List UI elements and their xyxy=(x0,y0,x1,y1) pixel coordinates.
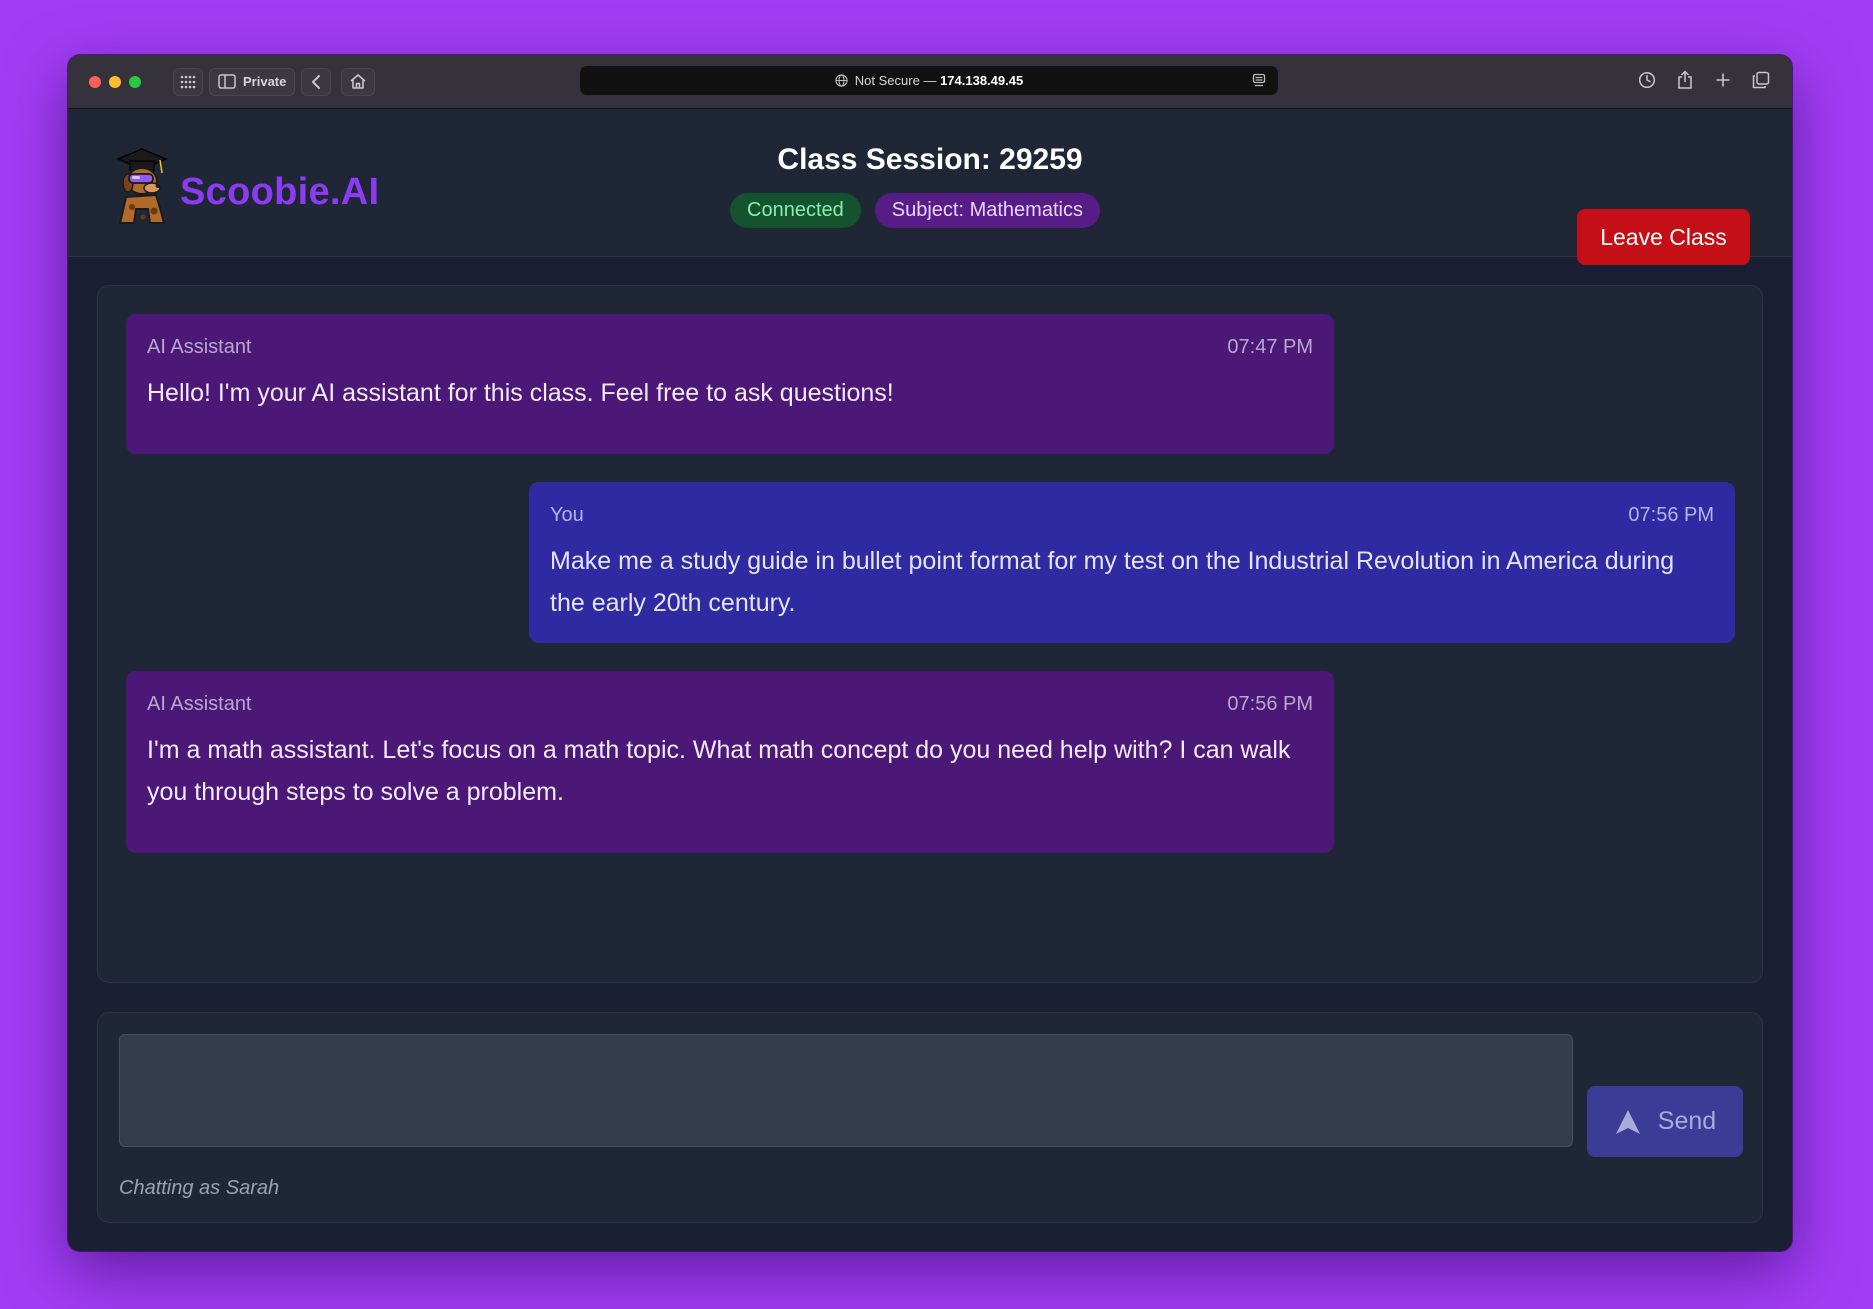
plus-icon xyxy=(1716,73,1730,87)
private-label: Private xyxy=(243,74,287,89)
share-icon xyxy=(1678,70,1692,89)
message-text: Make me a study guide in bullet point fo… xyxy=(550,547,1675,617)
new-tab-button[interactable] xyxy=(1710,67,1736,93)
message-text: I'm a math assistant. Let's focus on a m… xyxy=(147,736,1291,806)
window-controls xyxy=(89,75,141,88)
home-icon xyxy=(350,74,366,89)
back-button[interactable] xyxy=(301,67,332,96)
security-label: Not Secure xyxy=(854,73,920,88)
message-sender: AI Assistant xyxy=(147,693,252,715)
zoom-window-button[interactable] xyxy=(129,75,141,88)
tabs-icon xyxy=(1752,71,1770,89)
message-time: 07:47 PM xyxy=(1227,336,1313,358)
message-sender: You xyxy=(550,504,584,526)
message-bubble: AI Assistant 07:56 PM I'm a math assista… xyxy=(126,671,1334,853)
browser-actions xyxy=(1634,67,1774,93)
reader-icon[interactable] xyxy=(1252,73,1266,88)
message-input[interactable] xyxy=(119,1034,1573,1147)
message-meta: You 07:56 PM xyxy=(550,504,1714,527)
home-button[interactable] xyxy=(341,67,376,96)
clock-icon xyxy=(1638,71,1656,89)
message-meta: AI Assistant 07:47 PM xyxy=(147,336,1313,359)
message-sender: AI Assistant xyxy=(147,336,252,358)
browser-window: Private Not Secure — 174.138.49.45 Scoob… xyxy=(68,55,1792,1251)
chat-messages-panel[interactable]: AI Assistant 07:47 PM Hello! I'm your AI… xyxy=(97,285,1763,983)
message-bubble: You 07:56 PM Make me a study guide in bu… xyxy=(529,482,1735,643)
history-button[interactable] xyxy=(1634,67,1660,93)
browser-toolbar: Private Not Secure — 174.138.49.45 xyxy=(68,55,1792,109)
tabs-overview-button[interactable] xyxy=(1748,67,1774,93)
message-time: 07:56 PM xyxy=(1628,504,1714,526)
message-meta: AI Assistant 07:56 PM xyxy=(147,693,1313,716)
message-bubble: AI Assistant 07:47 PM Hello! I'm your AI… xyxy=(126,314,1334,454)
chatting-as-label: Chatting as Sarah xyxy=(119,1177,280,1199)
chevron-left-icon xyxy=(312,74,321,89)
url-host: 174.138.49.45 xyxy=(940,73,1024,88)
share-button[interactable] xyxy=(1672,67,1698,93)
minimize-window-button[interactable] xyxy=(109,75,121,88)
session-title: Class Session: 29259 xyxy=(777,143,1083,176)
send-button[interactable]: Send xyxy=(1587,1086,1743,1157)
grid-icon xyxy=(180,75,196,88)
message-time: 07:56 PM xyxy=(1227,693,1313,715)
app-header: Scoobie.AI Class Session: 29259 Leave Cl… xyxy=(68,109,1792,265)
tab-overview-button[interactable] xyxy=(173,67,203,96)
send-label: Send xyxy=(1657,1107,1717,1135)
message-text: Hello! I'm your AI assistant for this cl… xyxy=(147,379,894,407)
url-separator: — xyxy=(919,73,941,88)
address-bar[interactable]: Not Secure — 174.138.49.45 xyxy=(580,66,1278,95)
globe-icon xyxy=(835,74,848,87)
send-icon xyxy=(1615,1109,1640,1134)
close-window-button[interactable] xyxy=(89,75,101,88)
connection-status-badge: Connected xyxy=(730,193,861,228)
message-composer: Send Chatting as Sarah xyxy=(97,1012,1763,1223)
sidebar-toggle-button[interactable]: Private xyxy=(209,67,296,96)
session-badges: Connected Subject: Mathematics xyxy=(68,193,1792,228)
sidebar-icon xyxy=(218,74,236,89)
subject-badge: Subject: Mathematics xyxy=(874,193,1100,228)
